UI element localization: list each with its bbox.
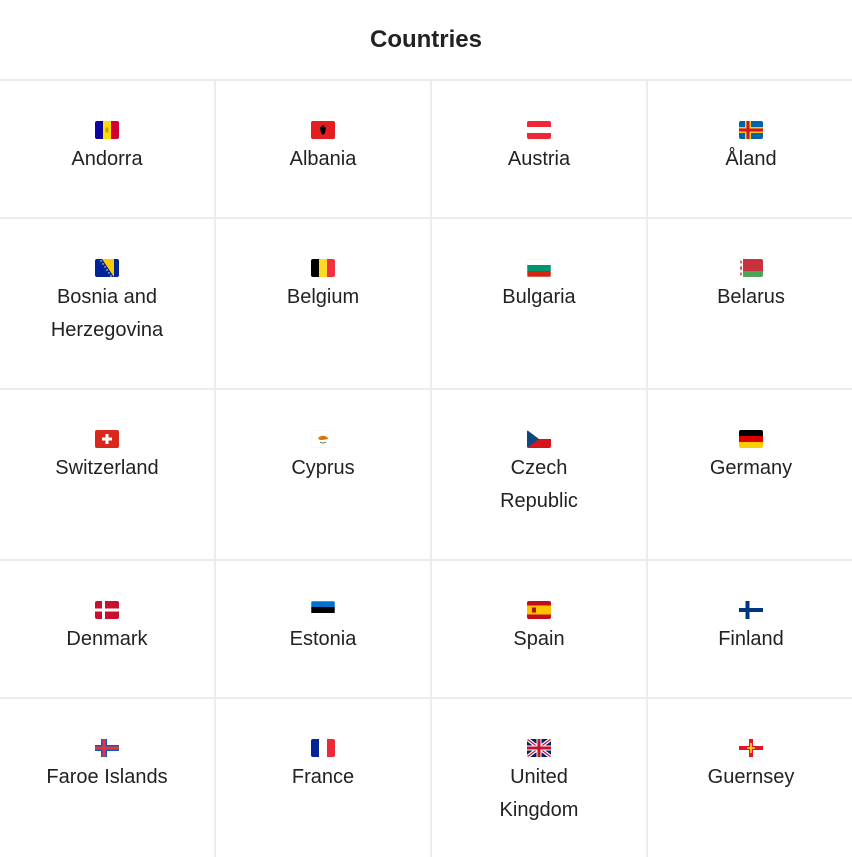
country-name: Guernsey [707,766,795,788]
spain-flag-icon [527,601,551,619]
bulgaria-flag-icon [527,259,551,277]
country-card[interactable]: Andorra [0,81,214,217]
bosnia-flag-icon [95,259,119,277]
albania-flag-icon [311,121,335,139]
country-name: United Kingdom [499,766,579,821]
country-name: Estonia [289,628,357,650]
country-card[interactable]: Albania [216,81,430,217]
czech-flag-icon [527,430,551,448]
country-card[interactable]: Guernsey [648,699,852,857]
country-card[interactable]: Austria [432,81,646,217]
country-name: Austria [507,148,571,170]
country-name: Bosnia and Herzegovina [50,286,164,341]
country-card[interactable]: Spain [432,561,646,697]
germany-flag-icon [739,430,763,448]
country-card[interactable]: Switzerland [0,390,214,559]
country-name: Andorra [71,148,143,170]
country-name: Åland [725,148,777,170]
country-card[interactable]: France [216,699,430,857]
country-name: France [291,766,355,788]
country-card[interactable]: Estonia [216,561,430,697]
country-card[interactable]: Finland [648,561,852,697]
country-name: Spain [513,628,565,650]
country-card[interactable]: Czech Republic [432,390,646,559]
page-title: Countries [369,25,482,53]
estonia-flag-icon [311,601,335,619]
denmark-flag-icon [95,601,119,619]
country-name: Germany [709,457,793,479]
country-card[interactable]: Denmark [0,561,214,697]
country-name: Denmark [66,628,148,650]
country-card[interactable]: Belarus [648,219,852,388]
country-name: Belgium [286,286,360,308]
countries-page: Countries Andorra Albania Austria Åland [0,0,852,857]
country-card[interactable]: Faroe Islands [0,699,214,857]
belgium-flag-icon [311,259,335,277]
country-card[interactable]: Cyprus [216,390,430,559]
country-card[interactable]: Bulgaria [432,219,646,388]
guernsey-flag-icon [739,739,763,757]
country-name: Faroe Islands [46,766,168,788]
country-card[interactable]: Bosnia and Herzegovina [0,219,214,388]
country-name: Cyprus [291,457,355,479]
uk-flag-icon [527,739,551,757]
country-name: Finland [718,628,784,650]
andorra-flag-icon [95,121,119,139]
country-name: Switzerland [55,457,159,479]
country-card[interactable]: United Kingdom [432,699,646,857]
country-name: Czech Republic [500,457,578,512]
page-header: Countries [0,0,852,81]
country-card[interactable]: Åland [648,81,852,217]
country-name: Albania [289,148,357,170]
country-card[interactable]: Belgium [216,219,430,388]
austria-flag-icon [527,121,551,139]
france-flag-icon [311,739,335,757]
aland-flag-icon [739,121,763,139]
switzerland-flag-icon [95,430,119,448]
faroe-flag-icon [95,739,119,757]
country-name: Bulgaria [502,286,576,308]
country-card[interactable]: Germany [648,390,852,559]
belarus-flag-icon [739,259,763,277]
country-name: Belarus [717,286,785,308]
finland-flag-icon [739,601,763,619]
cyprus-flag-icon [311,430,335,448]
country-grid: Andorra Albania Austria Åland Bosnia and… [0,81,852,857]
